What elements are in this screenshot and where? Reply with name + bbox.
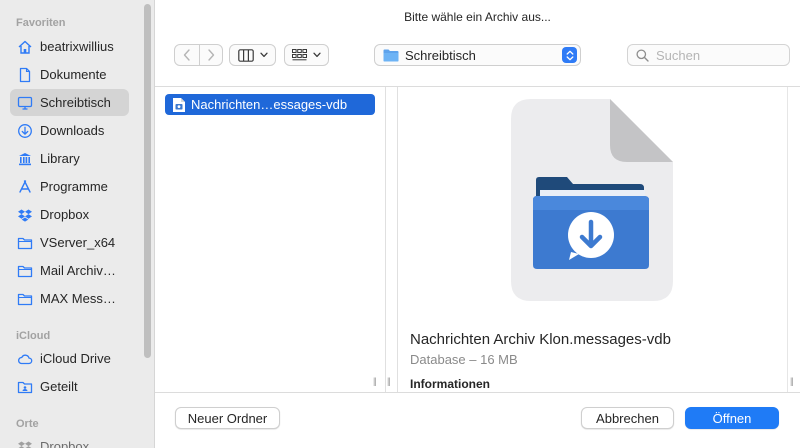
file-column: Nachrichten…essages-vdb || xyxy=(155,87,386,392)
sidebar-item-label: Downloads xyxy=(40,123,105,138)
sidebar-item-label: VServer_x64 xyxy=(40,235,116,250)
open-button[interactable]: Öffnen xyxy=(685,407,779,429)
sidebar-item-icloud-drive[interactable]: iCloud Drive xyxy=(10,345,129,372)
folder-icon xyxy=(17,291,33,307)
sidebar-section-icloud: iCloud xyxy=(16,330,51,342)
chevron-right-icon xyxy=(208,49,214,61)
location-label: Schreibtisch xyxy=(405,47,476,63)
column-resize-handle[interactable]: || xyxy=(790,376,794,386)
sidebar-item-downloads[interactable]: Downloads xyxy=(10,117,129,144)
file-row-selected[interactable]: Nachrichten…essages-vdb xyxy=(165,94,375,115)
preview-file-meta: Database – 16 MB xyxy=(410,352,518,367)
new-folder-button[interactable]: Neuer Ordner xyxy=(175,407,280,429)
preview-info-heading: Informationen xyxy=(410,377,490,391)
sidebar-item-max-messages[interactable]: MAX Mess… xyxy=(10,285,129,312)
database-file-icon xyxy=(172,97,186,113)
sidebar-item-label: Dropbox xyxy=(40,439,90,448)
column-resize-handle[interactable]: || xyxy=(387,376,391,386)
group-menu[interactable] xyxy=(284,44,329,66)
preview-scrollbar[interactable]: || xyxy=(787,87,800,392)
sidebar-item-home[interactable]: beatrixwillius xyxy=(10,33,129,60)
sidebar-item-dropbox[interactable]: Dropbox xyxy=(10,201,129,228)
sidebar-item-label: Dokumente xyxy=(40,67,107,82)
sidebar-scrollbar[interactable] xyxy=(144,4,151,358)
home-icon xyxy=(17,39,33,55)
sidebar-item-documents[interactable]: Dokumente xyxy=(10,61,129,88)
sidebar-item-label: Dropbox xyxy=(40,207,90,222)
sidebar-item-library[interactable]: Library xyxy=(10,145,129,172)
desktop-icon xyxy=(17,95,33,111)
folder-icon xyxy=(17,263,33,279)
dialog-footer: Neuer Ordner Abbrechen Öffnen xyxy=(155,392,800,448)
sidebar-item-shared[interactable]: Geteilt xyxy=(10,373,129,400)
column-resize-handle[interactable]: || xyxy=(373,376,377,386)
forward-button[interactable] xyxy=(199,45,222,65)
grid-icon xyxy=(292,49,307,61)
download-icon xyxy=(17,123,33,139)
sidebar-item-mail-archive[interactable]: Mail Archiv… xyxy=(10,257,129,284)
document-icon xyxy=(17,67,33,83)
messages-archive-document-icon xyxy=(511,99,673,301)
sidebar-section-places: Orte xyxy=(16,418,39,430)
file-row-label: Nachrichten…essages-vdb xyxy=(191,97,348,112)
search-input[interactable] xyxy=(656,47,781,63)
sidebar-item-label: Geteilt xyxy=(40,379,78,394)
chevron-left-icon xyxy=(183,49,190,61)
file-browser: Nachrichten…essages-vdb || || Nachrichte… xyxy=(155,86,800,392)
search-field[interactable] xyxy=(627,44,790,66)
back-button[interactable] xyxy=(175,45,199,65)
sidebar-item-vserver[interactable]: VServer_x64 xyxy=(10,229,129,256)
sidebar-item-dropbox-place[interactable]: Dropbox xyxy=(10,433,129,448)
view-mode-menu[interactable] xyxy=(229,44,276,66)
navigation-control xyxy=(174,44,223,66)
columns-view-icon xyxy=(237,48,254,62)
sidebar-item-label: beatrixwillius xyxy=(40,39,114,54)
sidebar-item-label: Library xyxy=(40,151,80,166)
search-icon xyxy=(636,48,649,62)
shared-folder-icon xyxy=(17,379,33,395)
apps-icon xyxy=(17,179,33,195)
sidebar-item-label: iCloud Drive xyxy=(40,351,111,366)
empty-column: || xyxy=(387,87,398,392)
up-down-chevron-icon xyxy=(562,47,577,63)
sidebar-section-favorites: Favoriten xyxy=(16,17,66,29)
cloud-icon xyxy=(17,351,33,367)
folder-icon xyxy=(17,235,33,251)
folder-icon xyxy=(383,49,399,61)
sidebar: Favoriten beatrixwillius Dokumente Schre… xyxy=(0,0,155,448)
sidebar-item-label: Programme xyxy=(40,179,108,194)
dropbox-icon xyxy=(17,439,33,448)
chevron-down-icon xyxy=(259,52,268,58)
library-icon xyxy=(17,151,33,167)
dropbox-icon xyxy=(17,207,33,223)
location-popup[interactable]: Schreibtisch xyxy=(374,44,581,66)
sidebar-item-label: Schreibtisch xyxy=(40,95,111,110)
sidebar-item-desktop[interactable]: Schreibtisch xyxy=(10,89,129,116)
dialog-title: Bitte wähle ein Archiv aus... xyxy=(404,10,551,24)
sidebar-item-applications[interactable]: Programme xyxy=(10,173,129,200)
preview-pane: Nachrichten Archiv Klon.messages-vdb Dat… xyxy=(399,87,787,392)
cancel-button[interactable]: Abbrechen xyxy=(581,407,674,429)
preview-file-name: Nachrichten Archiv Klon.messages-vdb xyxy=(410,331,671,348)
chevron-down-icon xyxy=(313,52,321,58)
sidebar-item-label: Mail Archiv… xyxy=(40,263,116,278)
sidebar-item-label: MAX Mess… xyxy=(40,291,116,306)
